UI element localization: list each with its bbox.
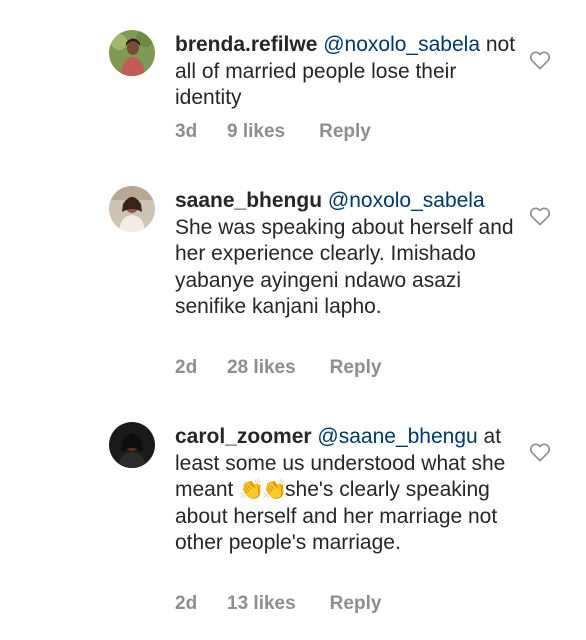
- avatar[interactable]: [109, 422, 155, 468]
- reply-button[interactable]: Reply: [330, 593, 382, 615]
- comment-text: brenda.refilwe @noxolo_sabela not all of…: [175, 32, 520, 112]
- comment-mention[interactable]: @noxolo_sabela: [328, 189, 485, 212]
- comment-meta: 3d 9 likes Reply: [175, 121, 371, 143]
- avatar-woman-light-icon: [109, 186, 155, 232]
- reply-button[interactable]: Reply: [319, 121, 371, 143]
- comment-meta: 2d 13 likes Reply: [175, 593, 381, 615]
- comment-likes[interactable]: 9 likes: [227, 121, 285, 143]
- comment-likes[interactable]: 28 likes: [227, 357, 296, 379]
- comment-username[interactable]: saane_bhengu: [175, 189, 322, 212]
- comment-username[interactable]: carol_zoomer: [175, 425, 312, 448]
- comment-age: 3d: [175, 121, 198, 142]
- comment-body: She was speaking about herself and her e…: [175, 215, 514, 319]
- heart-outline-icon[interactable]: [529, 50, 551, 70]
- clapping-hands-emoji: 👏👏: [239, 479, 287, 501]
- comment-age: 2d: [175, 357, 198, 378]
- comment-meta: 2d 28 likes Reply: [175, 357, 381, 379]
- heart-outline-icon[interactable]: [529, 442, 551, 462]
- avatar[interactable]: [109, 186, 155, 232]
- reply-button[interactable]: Reply: [330, 357, 382, 379]
- comment-mention[interactable]: @noxolo_sabela: [323, 33, 480, 56]
- avatar-woman-dark-icon: [109, 422, 155, 468]
- comment-age: 2d: [175, 593, 198, 614]
- comment-username[interactable]: brenda.refilwe: [175, 33, 317, 56]
- comment-text: saane_bhengu @noxolo_sabela She was spea…: [175, 188, 520, 321]
- heart-outline-icon[interactable]: [529, 206, 551, 226]
- comment-likes[interactable]: 13 likes: [227, 593, 296, 615]
- avatar-woman-outdoors-icon: [109, 30, 155, 76]
- avatar[interactable]: [109, 30, 155, 76]
- comment-mention[interactable]: @saane_bhengu: [317, 425, 477, 448]
- comment-text: carol_zoomer @saane_bhengu at least some…: [175, 424, 520, 557]
